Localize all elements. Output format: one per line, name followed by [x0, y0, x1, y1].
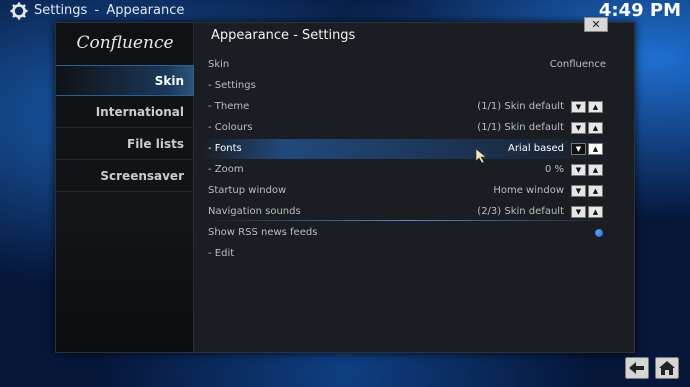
spin-up-button[interactable]: ▲ — [588, 101, 603, 113]
setting-label: Show RSS news feeds — [208, 227, 318, 238]
sidebar-item-file-lists[interactable]: File lists — [56, 129, 194, 160]
spin-up-button[interactable]: ▲ — [588, 143, 603, 155]
sidebar: Confluence Skin International File lists… — [56, 23, 194, 352]
setting-label: - Theme — [208, 101, 250, 112]
setting-value: (1/1) Skin default — [477, 101, 564, 112]
rss-toggle-radio[interactable] — [595, 229, 603, 237]
setting-row-skin[interactable]: Skin Confluence — [201, 55, 616, 75]
sidebar-item-skin[interactable]: Skin — [56, 65, 194, 96]
setting-row-navigation-sounds[interactable]: Navigation sounds (2/3) Skin default ▼ ▲ — [201, 202, 616, 222]
setting-row-zoom[interactable]: - Zoom 0 % ▼ ▲ — [201, 160, 616, 180]
settings-window: Confluence Skin International File lists… — [55, 22, 635, 353]
spin-down-button[interactable]: ▼ — [571, 101, 586, 113]
home-button[interactable] — [655, 357, 679, 379]
spin-down-button[interactable]: ▼ — [571, 143, 586, 155]
spin-up-button[interactable]: ▲ — [588, 185, 603, 197]
setting-label: - Colours — [208, 122, 253, 133]
mouse-cursor-icon — [476, 149, 487, 163]
sidebar-item-screensaver[interactable]: Screensaver — [56, 161, 194, 192]
setting-row-theme[interactable]: - Theme (1/1) Skin default ▼ ▲ — [201, 97, 616, 117]
breadcrumb-appearance: Appearance — [106, 3, 185, 18]
sidebar-item-international[interactable]: International — [56, 97, 194, 128]
setting-row-colours[interactable]: - Colours (1/1) Skin default ▼ ▲ — [201, 118, 616, 138]
spin-up-button[interactable]: ▲ — [588, 206, 603, 218]
home-icon — [659, 361, 675, 375]
spin-down-button[interactable]: ▼ — [571, 164, 586, 176]
back-button[interactable] — [625, 357, 649, 379]
setting-value: Confluence — [549, 59, 606, 70]
spin-up-button[interactable]: ▲ — [588, 164, 603, 176]
breadcrumb: Settings - Appearance — [34, 3, 184, 18]
setting-label: - Fonts — [208, 143, 242, 154]
setting-label: - Settings — [208, 80, 256, 91]
back-arrow-icon — [629, 362, 644, 374]
setting-label: Startup window — [208, 185, 287, 196]
setting-value: (2/3) Skin default — [477, 206, 564, 217]
setting-value: Home window — [493, 185, 564, 196]
close-button[interactable]: ✕ — [584, 17, 608, 32]
breadcrumb-settings: Settings — [34, 3, 88, 18]
setting-row-edit[interactable]: - Edit — [201, 244, 616, 264]
setting-label: Navigation sounds — [208, 206, 301, 217]
setting-row-fonts[interactable]: - Fonts Arial based ▼ ▲ — [201, 139, 616, 159]
panel-title: Appearance - Settings — [211, 28, 356, 43]
breadcrumb-separator: - — [94, 3, 100, 18]
spin-down-button[interactable]: ▼ — [571, 206, 586, 218]
setting-label: - Zoom — [208, 164, 244, 175]
spin-up-button[interactable]: ▲ — [588, 122, 603, 134]
setting-label: Skin — [208, 59, 230, 70]
setting-row-rss[interactable]: Show RSS news feeds — [201, 223, 616, 243]
setting-value: (1/1) Skin default — [477, 122, 564, 133]
spin-down-button[interactable]: ▼ — [571, 185, 586, 197]
spin-down-button[interactable]: ▼ — [571, 122, 586, 134]
setting-value: 0 % — [544, 164, 564, 175]
setting-row-startup-window[interactable]: Startup window Home window ▼ ▲ — [201, 181, 616, 201]
gear-icon — [10, 2, 28, 20]
setting-row-settings[interactable]: - Settings — [201, 76, 616, 96]
skin-logo: Confluence — [76, 33, 174, 53]
divider — [202, 220, 617, 221]
setting-label: - Edit — [208, 248, 235, 259]
clock: 4:49 PM — [598, 0, 681, 21]
setting-value: Arial based — [507, 143, 564, 154]
